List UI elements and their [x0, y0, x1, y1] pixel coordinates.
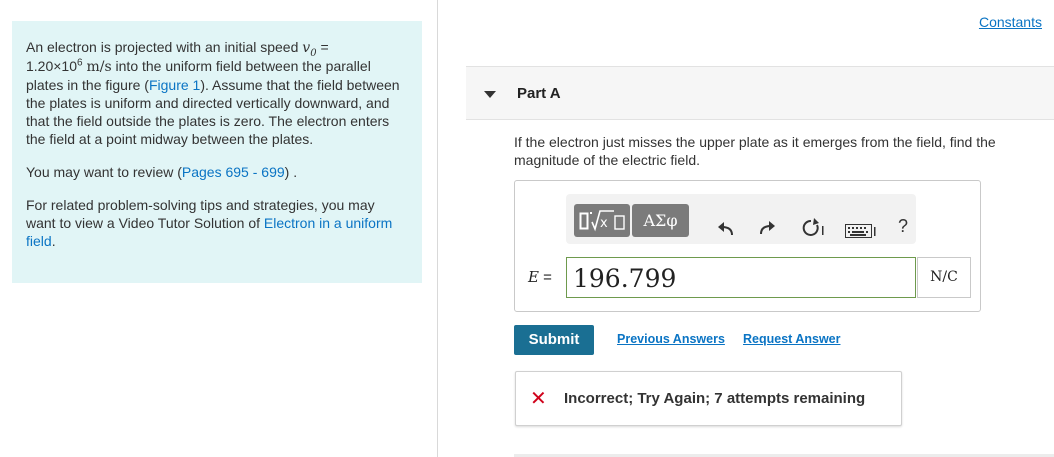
- redo-icon[interactable]: [757, 219, 777, 242]
- related-text: For related problem-solving tips and str…: [26, 197, 393, 249]
- previous-answers-link[interactable]: Previous Answers: [617, 332, 725, 346]
- answer-units: N/C: [917, 257, 971, 298]
- feedback-message: Incorrect; Try Again; 7 attempts remaini…: [564, 390, 866, 407]
- reset-icon[interactable]: [801, 218, 825, 243]
- question-text: If the electron just misses the upper pl…: [514, 134, 996, 168]
- constants-link[interactable]: Constants: [979, 14, 1042, 30]
- templates-button[interactable]: x: [574, 204, 630, 237]
- collapse-caret-icon[interactable]: [484, 91, 496, 98]
- v0-symbol: v0: [302, 40, 317, 59]
- review-text: You may want to review (Pages 695 - 699)…: [26, 164, 298, 180]
- answer-variable-label: E =: [528, 268, 552, 286]
- undo-icon[interactable]: [716, 220, 736, 243]
- figure-link[interactable]: Figure 1: [149, 77, 200, 93]
- svg-text:x: x: [600, 216, 608, 231]
- speed-unit: m/s: [86, 59, 112, 75]
- request-answer-link[interactable]: Request Answer: [743, 332, 840, 346]
- keyboard-icon[interactable]: [845, 222, 879, 243]
- incorrect-x-icon: ✕: [530, 388, 547, 410]
- answer-input[interactable]: 196.799: [566, 257, 916, 298]
- greek-symbols-button[interactable]: ΑΣφ: [632, 204, 689, 237]
- part-title: Part A: [517, 85, 561, 102]
- help-icon[interactable]: ?: [898, 216, 908, 237]
- problem-intro-panel: An electron is projected with an initial…: [12, 21, 422, 283]
- pages-link[interactable]: Pages 695 - 699: [182, 164, 285, 180]
- column-divider: [437, 0, 438, 457]
- problem-statement: An electron is projected with an initial…: [26, 39, 400, 147]
- submit-button[interactable]: Submit: [514, 325, 594, 355]
- templates-icon: x: [579, 210, 625, 232]
